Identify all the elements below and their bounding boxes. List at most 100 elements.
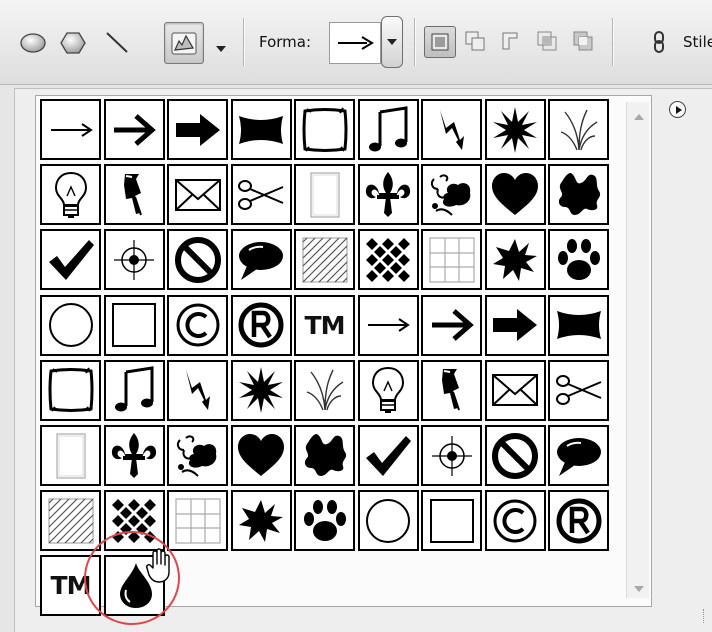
shape-swatch[interactable] — [421, 425, 482, 486]
shape-picker-dropdown-button[interactable] — [381, 16, 403, 68]
shape-swatch[interactable] — [421, 99, 482, 160]
shape-swatch[interactable] — [167, 294, 228, 356]
shape-swatch[interactable] — [421, 229, 482, 291]
no-sign-icon — [174, 236, 221, 283]
shape-swatch[interactable] — [484, 425, 546, 486]
panel-menu-button[interactable] — [669, 101, 686, 118]
shape-swatch[interactable] — [230, 490, 292, 552]
scroll-up-arrow-icon[interactable] — [634, 114, 644, 120]
shape-swatch[interactable] — [167, 425, 228, 486]
link-chain-icon[interactable] — [651, 30, 667, 58]
resize-grip[interactable] — [703, 609, 706, 623]
add-mode-button[interactable] — [460, 26, 490, 56]
shape-swatch[interactable] — [294, 359, 355, 421]
options-toolbar: Forma: Stile — [0, 0, 712, 85]
new-layer-mode-icon — [431, 33, 449, 51]
shape-swatch[interactable]: TM — [40, 555, 101, 617]
polygon-tool-button[interactable] — [54, 22, 92, 62]
shape-swatch[interactable] — [40, 425, 101, 486]
subtract-mode-button[interactable] — [496, 26, 526, 56]
exclude-mode-button[interactable] — [568, 26, 598, 56]
shape-swatch[interactable] — [103, 359, 165, 421]
shape-swatch[interactable] — [421, 294, 482, 356]
shape-swatch[interactable] — [103, 294, 165, 356]
shape-swatch[interactable] — [294, 99, 355, 160]
shape-swatch[interactable] — [548, 294, 609, 356]
shape-swatch[interactable] — [357, 294, 419, 356]
shape-swatch[interactable] — [167, 164, 228, 226]
shape-swatch[interactable] — [484, 164, 546, 226]
shape-swatch[interactable] — [230, 164, 292, 226]
square-icon — [429, 498, 474, 543]
shape-swatch[interactable] — [167, 490, 228, 552]
shape-swatch[interactable] — [484, 294, 546, 356]
intersect-mode-icon — [537, 31, 557, 51]
custom-shape-tool-button[interactable] — [164, 22, 204, 64]
shape-swatch[interactable] — [357, 425, 419, 486]
shape-swatch[interactable] — [167, 359, 228, 421]
shape-swatch[interactable] — [421, 359, 482, 421]
lightning-icon — [185, 370, 210, 411]
shape-swatch[interactable] — [103, 425, 165, 486]
shape-swatch[interactable] — [548, 490, 609, 552]
shape-swatch[interactable] — [167, 99, 228, 160]
shape-swatch[interactable] — [230, 294, 292, 356]
frame-square-icon — [302, 106, 347, 152]
shape-swatch[interactable] — [167, 229, 228, 291]
shape-swatch[interactable]: TM — [294, 294, 355, 356]
shape-label: Forma: — [259, 33, 312, 51]
shape-swatch[interactable] — [294, 164, 355, 226]
tool-dropdown-arrow-icon[interactable] — [216, 38, 226, 57]
shape-swatch[interactable] — [484, 490, 546, 552]
shape-preview[interactable] — [329, 22, 381, 64]
registered-icon — [556, 498, 601, 544]
shape-swatch[interactable] — [548, 229, 609, 291]
shape-swatch[interactable] — [40, 99, 101, 160]
shape-swatch[interactable] — [548, 164, 609, 226]
shape-swatch[interactable] — [357, 359, 419, 421]
droplet-icon — [120, 562, 152, 608]
shape-swatch[interactable] — [484, 99, 546, 160]
shape-swatch[interactable] — [357, 490, 419, 552]
shape-swatch[interactable] — [230, 229, 292, 291]
scroll-down-arrow-icon[interactable] — [634, 586, 644, 592]
shape-swatch[interactable] — [548, 99, 609, 160]
shape-swatch[interactable] — [103, 229, 165, 291]
circle-icon — [48, 303, 93, 348]
lightbulb-icon — [371, 367, 405, 414]
vertical-scrollbar[interactable] — [626, 102, 649, 598]
shape-swatch[interactable] — [40, 490, 101, 552]
shape-swatch[interactable] — [40, 359, 101, 421]
shape-swatch[interactable] — [40, 164, 101, 226]
shape-swatch[interactable] — [230, 99, 292, 160]
shape-swatch[interactable] — [484, 229, 546, 291]
shape-swatch[interactable] — [294, 425, 355, 486]
ellipse-tool-button[interactable] — [14, 22, 52, 62]
shape-swatch[interactable] — [230, 425, 292, 486]
shape-swatch[interactable] — [103, 164, 165, 226]
shape-swatch[interactable] — [230, 359, 292, 421]
shape-swatch[interactable] — [103, 490, 165, 552]
shape-swatch[interactable] — [294, 229, 355, 291]
shape-swatch[interactable] — [357, 229, 419, 291]
shape-swatch[interactable] — [40, 294, 101, 356]
shape-swatch[interactable] — [357, 99, 419, 160]
intersect-mode-button[interactable] — [532, 26, 562, 56]
shape-swatch[interactable] — [548, 425, 609, 486]
shape-swatch[interactable] — [40, 229, 101, 291]
flower-ornament-icon — [176, 434, 216, 477]
shape-swatch[interactable] — [421, 490, 482, 552]
shape-swatch[interactable] — [484, 359, 546, 421]
fleur-de-lis-icon — [365, 171, 411, 217]
shape-swatch[interactable] — [421, 164, 482, 226]
arrow-preview-icon — [338, 36, 374, 50]
shape-swatch[interactable] — [294, 490, 355, 552]
line-tool-button[interactable] — [98, 22, 136, 62]
blank-frame-icon — [56, 433, 85, 478]
shape-swatch[interactable] — [103, 99, 165, 160]
shape-swatch[interactable] — [103, 555, 165, 617]
shape-swatch[interactable] — [548, 359, 609, 421]
new-layer-mode-button[interactable] — [424, 26, 456, 58]
trademark-icon: TM — [50, 571, 92, 601]
shape-swatch[interactable] — [357, 164, 419, 226]
